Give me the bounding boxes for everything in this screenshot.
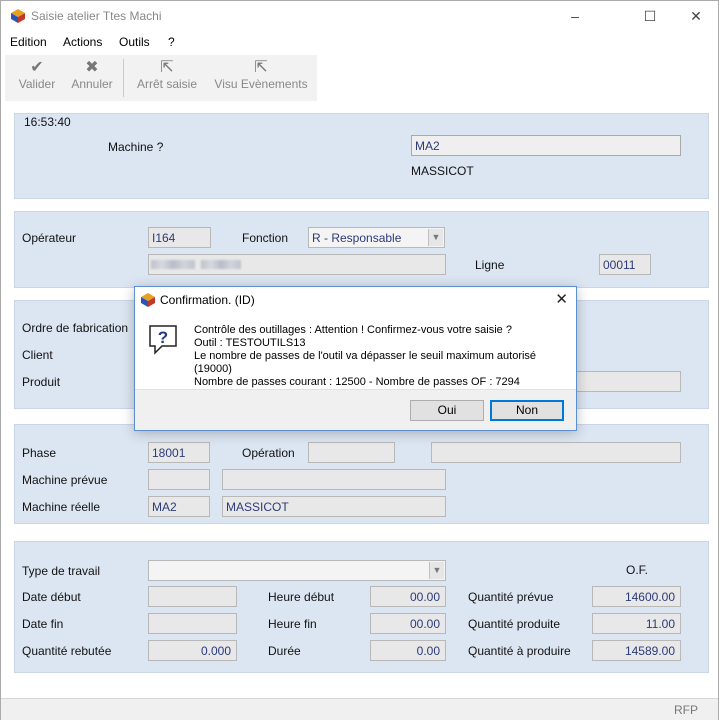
cancel-button[interactable]: ✖ Annuler xyxy=(67,55,117,101)
actual-machine-desc-field[interactable]: MASSICOT xyxy=(222,496,446,517)
function-select[interactable]: R - Responsable ▼ xyxy=(308,227,445,248)
remaining-qty-field[interactable]: 14589.00 xyxy=(592,640,681,661)
clock-time: 16:53:40 xyxy=(24,115,71,129)
dialog-line-1: Contrôle des outillages : Attention ! Co… xyxy=(194,324,512,336)
line-label: Ligne xyxy=(475,258,505,272)
produced-qty-field[interactable]: 11.00 xyxy=(592,613,681,634)
dialog-line-2: Outil : TESTOUTILS13 xyxy=(194,337,306,349)
dialog-title: Confirmation. (ID) xyxy=(160,293,255,307)
rejected-qty-field[interactable]: 0.000 xyxy=(148,640,237,661)
phase-label: Phase xyxy=(22,446,57,460)
machine-label: Machine ? xyxy=(108,140,164,154)
work-panel: Type de travail ▼ O.F. Date début Heure … xyxy=(14,541,709,673)
machine-panel: 16:53:40 Machine ? MA2 MASSICOT xyxy=(14,113,709,199)
stop-entry-label: Arrêt saisie xyxy=(136,77,198,91)
end-time-label: Heure fin xyxy=(268,617,317,631)
confirmation-dialog: Confirmation. (ID) ✕ ? Contrôle des outi… xyxy=(134,286,577,431)
operator-field[interactable]: I164 xyxy=(148,227,211,248)
actual-machine-field[interactable]: MA2 xyxy=(148,496,210,517)
status-bar: RFP xyxy=(1,698,718,720)
machine-input[interactable]: MA2 xyxy=(411,135,681,156)
external-link-icon: ⇱ xyxy=(254,59,268,76)
cancel-label: Annuler xyxy=(71,77,113,91)
produced-qty-label: Quantité produite xyxy=(468,617,561,631)
title-bar: Saisie atelier Ttes Machi – ☐ ✕ xyxy=(1,1,718,32)
operation-desc-field[interactable] xyxy=(431,442,681,463)
main-window: Saisie atelier Ttes Machi – ☐ ✕ Edition … xyxy=(0,0,719,720)
toolbar-separator xyxy=(123,59,124,97)
app-icon xyxy=(141,293,155,307)
start-date-field[interactable] xyxy=(148,586,237,607)
work-type-label: Type de travail xyxy=(22,564,101,578)
view-events-label: Visu Evènements xyxy=(214,77,308,91)
menu-actions[interactable]: Actions xyxy=(63,35,102,49)
toolbar: ✔ Valider ✖ Annuler ⇱ Arrêt saisie ⇱ Vis… xyxy=(5,55,317,101)
view-events-button[interactable]: ⇱ Visu Evènements xyxy=(209,55,313,101)
operator-name-field xyxy=(148,254,446,275)
svg-text:?: ? xyxy=(158,328,168,347)
redacted-name xyxy=(151,260,195,269)
close-button[interactable]: ✕ xyxy=(673,1,719,32)
menu-edition[interactable]: Edition xyxy=(10,35,47,49)
no-button[interactable]: Non xyxy=(490,400,564,421)
machine-description: MASSICOT xyxy=(411,164,474,178)
menu-outils[interactable]: Outils xyxy=(119,35,150,49)
phase-panel: Phase 18001 Opération Machine prévue Mac… xyxy=(14,424,709,524)
menu-help[interactable]: ? xyxy=(168,35,175,49)
planned-machine-desc-field[interactable] xyxy=(222,469,446,490)
phase-field[interactable]: 18001 xyxy=(148,442,210,463)
operator-panel: Opérateur I164 Fonction R - Responsable … xyxy=(14,211,709,288)
chevron-down-icon[interactable]: ▼ xyxy=(428,229,443,246)
start-time-label: Heure début xyxy=(268,590,335,604)
validate-button[interactable]: ✔ Valider xyxy=(13,55,61,101)
function-label: Fonction xyxy=(242,231,289,245)
work-type-select[interactable]: ▼ xyxy=(148,560,446,581)
validate-label: Valider xyxy=(18,77,56,91)
question-icon: ? xyxy=(149,325,177,355)
yes-button[interactable]: Oui xyxy=(410,400,484,421)
end-date-field[interactable] xyxy=(148,613,237,634)
stop-entry-button[interactable]: ⇱ Arrêt saisie xyxy=(133,55,201,101)
product-label: Produit xyxy=(22,375,61,389)
chevron-down-icon[interactable]: ▼ xyxy=(429,562,444,579)
duration-label: Durée xyxy=(268,644,301,658)
maximize-button[interactable]: ☐ xyxy=(627,1,673,32)
external-link-icon: ⇱ xyxy=(160,59,174,76)
operation-label: Opération xyxy=(242,446,295,460)
dialog-footer: Oui Non xyxy=(135,389,576,430)
actual-machine-label: Machine réelle xyxy=(22,500,101,514)
client-label: Client xyxy=(22,348,53,362)
line-field[interactable]: 00011 xyxy=(599,254,651,275)
window-title: Saisie atelier Ttes Machi xyxy=(31,9,162,23)
dialog-line-4: Nombre de passes courant : 12500 - Nombr… xyxy=(194,376,520,388)
planned-qty-label: Quantité prévue xyxy=(468,590,554,604)
dialog-close-icon[interactable]: ✕ xyxy=(555,290,568,308)
planned-machine-label: Machine prévue xyxy=(22,473,108,487)
x-icon: ✖ xyxy=(85,59,99,76)
dialog-line-3: Le nombre de passes de l'outil va dépass… xyxy=(194,350,537,375)
end-date-label: Date fin xyxy=(22,617,64,631)
app-icon xyxy=(11,9,25,23)
menu-bar: Edition Actions Outils ? xyxy=(1,32,718,54)
start-date-label: Date début xyxy=(22,590,81,604)
end-time-field[interactable]: 00.00 xyxy=(370,613,446,634)
planned-qty-field[interactable]: 14600.00 xyxy=(592,586,681,607)
manufacturing-order-label: Ordre de fabrication xyxy=(22,321,129,335)
operation-field[interactable] xyxy=(308,442,395,463)
remaining-qty-label: Quantité à produire xyxy=(468,644,571,658)
duration-field[interactable]: 0.00 xyxy=(370,640,446,661)
minimize-button[interactable]: – xyxy=(552,1,598,32)
dialog-message: Contrôle des outillages : Attention ! Co… xyxy=(194,324,576,389)
start-time-field[interactable]: 00.00 xyxy=(370,586,446,607)
redacted-name xyxy=(201,260,241,269)
rejected-qty-label: Quantité rebutée xyxy=(22,644,112,658)
check-icon: ✔ xyxy=(30,59,44,76)
of-header: O.F. xyxy=(626,563,649,577)
function-value: R - Responsable xyxy=(312,231,402,245)
planned-machine-field[interactable] xyxy=(148,469,210,490)
operator-label: Opérateur xyxy=(22,231,77,245)
status-text: RFP xyxy=(674,703,698,717)
